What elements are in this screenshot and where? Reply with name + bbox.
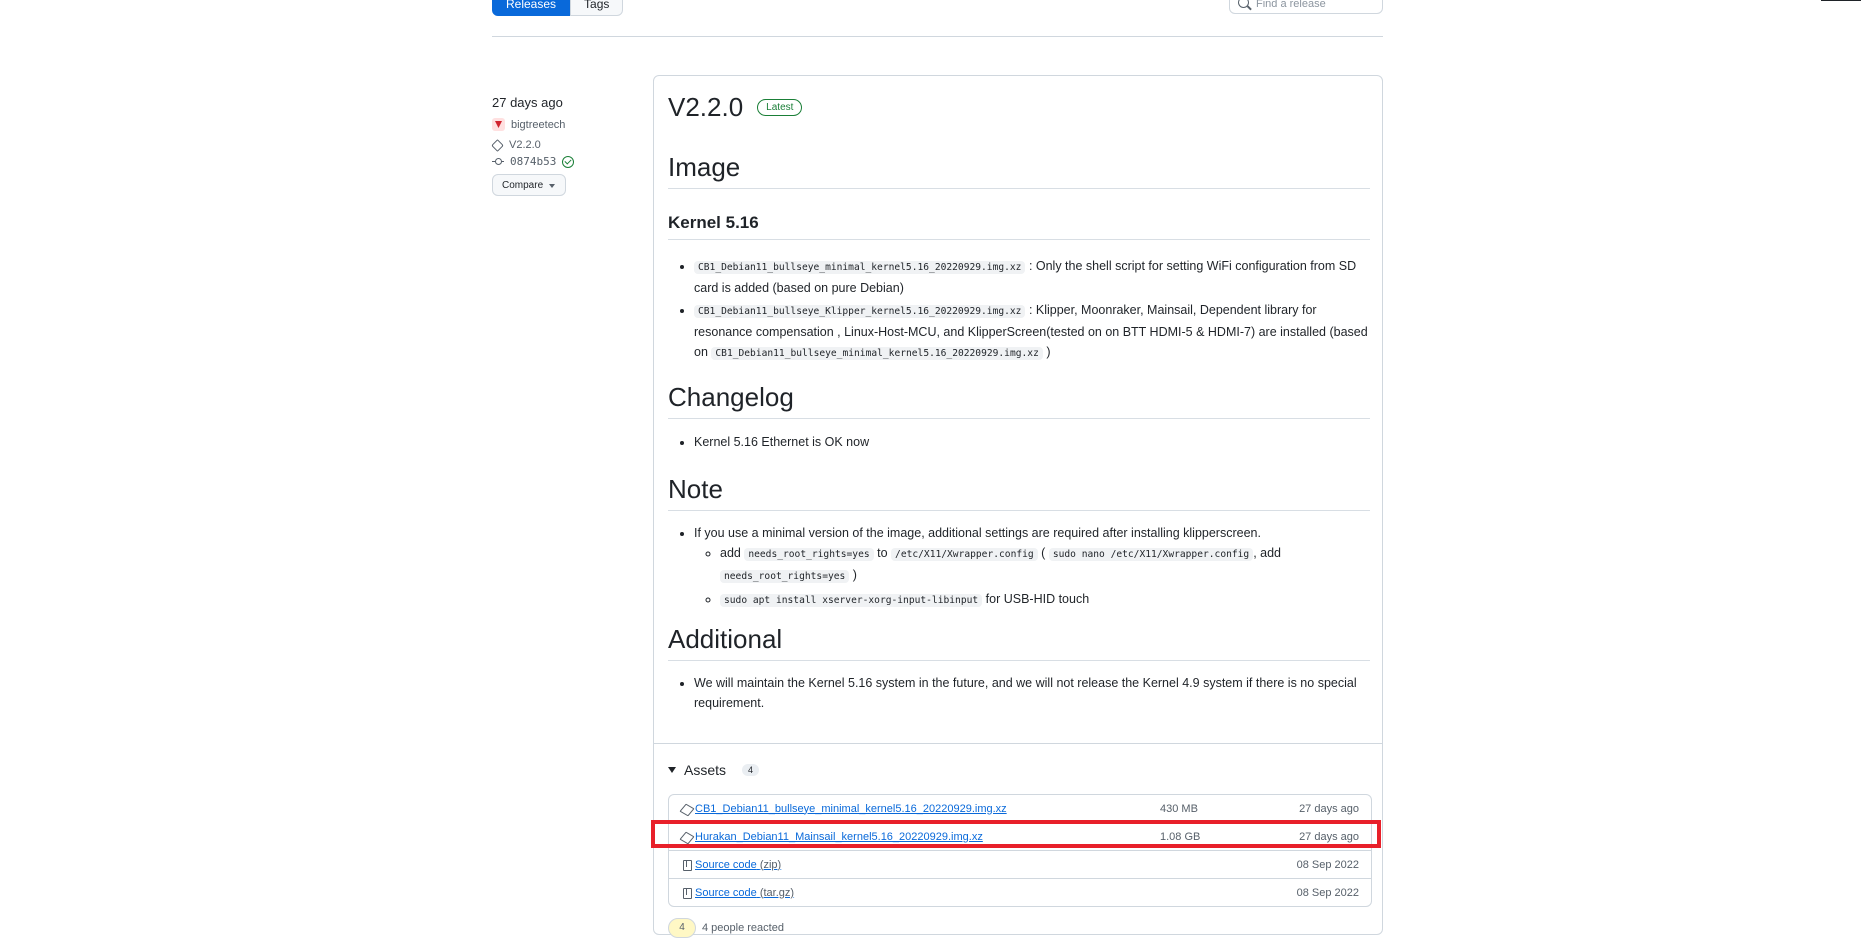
divider bbox=[1821, 0, 1861, 1]
release-card: V2.2.0 Latest Image Kernel 5.16 CB1_Debi… bbox=[653, 75, 1383, 935]
heading-additional: Additional bbox=[668, 624, 1370, 661]
image-list: CB1_Debian11_bullseye_minimal_kernel5.16… bbox=[668, 256, 1370, 366]
highlight-box bbox=[651, 820, 1381, 848]
release-date: 27 days ago bbox=[492, 95, 563, 110]
commit-icon bbox=[492, 156, 504, 167]
changelog-list: Kernel 5.16 Ethernet is OK now bbox=[668, 432, 1370, 454]
inline-code: CB1_Debian11_bullseye_minimal_kernel5.16… bbox=[694, 261, 1026, 274]
commit-link[interactable]: 0874b53 bbox=[510, 155, 556, 168]
file-zip-icon bbox=[681, 859, 693, 871]
asset-date: 08 Sep 2022 bbox=[1296, 858, 1359, 871]
list-item: sudo apt install xserver-xorg-input-libi… bbox=[720, 589, 1370, 611]
release-title[interactable]: V2.2.0 bbox=[668, 92, 743, 123]
inline-code: CB1_Debian11_bullseye_Klipper_kernel5.16… bbox=[694, 305, 1026, 318]
find-release-input[interactable]: Find a release bbox=[1229, 0, 1383, 14]
latest-badge: Latest bbox=[757, 99, 803, 116]
list-item: We will maintain the Kernel 5.16 system … bbox=[694, 673, 1370, 713]
divider bbox=[654, 743, 1382, 744]
source-code-targz-link[interactable]: Source code (tar.gz) bbox=[695, 887, 1371, 899]
heading-changelog: Changelog bbox=[668, 382, 1370, 419]
tag-icon bbox=[492, 140, 503, 151]
list-item: CB1_Debian11_bullseye_minimal_kernel5.16… bbox=[694, 256, 1370, 298]
avatar[interactable] bbox=[492, 118, 505, 131]
check-icon[interactable] bbox=[562, 155, 575, 168]
inline-code: CB1_Debian11_bullseye_minimal_kernel5.16… bbox=[711, 347, 1043, 360]
list-item: Kernel 5.16 Ethernet is OK now bbox=[694, 432, 1370, 452]
assets-list: CB1_Debian11_bullseye_minimal_kernel5.16… bbox=[668, 794, 1372, 907]
asset-row: Source code (tar.gz) 08 Sep 2022 bbox=[669, 878, 1371, 906]
file-zip-icon bbox=[681, 887, 693, 899]
reaction-button[interactable]: 4 bbox=[668, 918, 696, 938]
heading-kernel: Kernel 5.16 bbox=[668, 213, 1370, 240]
asset-row: Source code (zip) 08 Sep 2022 bbox=[669, 850, 1371, 878]
heading-image: Image bbox=[668, 152, 1370, 189]
assets-toggle[interactable]: Assets 4 bbox=[668, 762, 760, 778]
assets-label: Assets bbox=[684, 762, 727, 778]
list-item: add needs_root_rights=yes to /etc/X11/Xw… bbox=[720, 543, 1370, 587]
list-item: CB1_Debian11_bullseye_Klipper_kernel5.16… bbox=[694, 300, 1370, 364]
asset-date: 08 Sep 2022 bbox=[1296, 886, 1359, 899]
source-code-zip-link[interactable]: Source code (zip) bbox=[695, 859, 1371, 871]
assets-count: 4 bbox=[742, 764, 760, 776]
asset-size: 430 MB bbox=[1160, 802, 1198, 815]
asset-row: CB1_Debian11_bullseye_minimal_kernel5.16… bbox=[669, 795, 1371, 822]
heading-note: Note bbox=[668, 474, 1370, 511]
reactions: 4 4 people reacted bbox=[668, 918, 784, 938]
tag-link[interactable]: V2.2.0 bbox=[509, 139, 541, 151]
release-toolbar: Releases Tags Find a release bbox=[492, 0, 1383, 37]
tab-releases[interactable]: Releases bbox=[492, 0, 571, 16]
asset-link[interactable]: CB1_Debian11_bullseye_minimal_kernel5.16… bbox=[695, 803, 1371, 815]
search-icon bbox=[1238, 0, 1249, 8]
compare-button[interactable]: Compare bbox=[492, 174, 566, 196]
author-link[interactable]: bigtreetech bbox=[511, 119, 565, 131]
additional-list: We will maintain the Kernel 5.16 system … bbox=[668, 673, 1370, 715]
list-item: If you use a minimal version of the imag… bbox=[694, 523, 1370, 611]
find-release-placeholder: Find a release bbox=[1256, 0, 1326, 10]
package-icon bbox=[681, 803, 693, 815]
tab-tags[interactable]: Tags bbox=[570, 0, 624, 16]
asset-date: 27 days ago bbox=[1299, 802, 1359, 815]
note-list: If you use a minimal version of the imag… bbox=[668, 523, 1370, 613]
release-meta: 27 days ago bigtreetech V2.2.0 0874b53 C… bbox=[492, 95, 642, 196]
triangle-down-icon bbox=[668, 767, 676, 773]
release-tabs: Releases Tags bbox=[492, 0, 624, 16]
reactions-text: 4 people reacted bbox=[702, 922, 784, 934]
